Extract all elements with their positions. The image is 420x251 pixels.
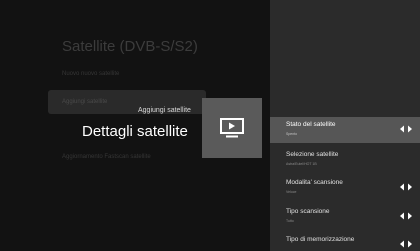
setting-value: Veloce	[286, 190, 297, 194]
background-menu-item[interactable]: Aggiornamento Fastscan satellite	[62, 154, 151, 160]
background-menu-item-label: Aggiungi satellite	[62, 99, 108, 105]
setting-value: Tutto	[286, 219, 294, 223]
satellite-details-card[interactable]	[202, 98, 262, 158]
background-menu-title: Satellite (DVB-S/S2)	[62, 38, 198, 55]
setting-row-scan-type[interactable]: Tipo scansione Tutto	[270, 204, 420, 230]
satellite-details-label: Dettagli satellite	[82, 123, 188, 140]
setting-row-satellite-status[interactable]: Stato del satellite Spento	[270, 117, 420, 143]
setting-value: Spento	[286, 132, 298, 136]
setting-value: Astra/Eutel/HOT 1B	[286, 162, 317, 166]
setting-label: Selezione satellite	[286, 151, 339, 158]
setting-row-satellite-selection[interactable]: Selezione satellite Astra/Eutel/HOT 1B	[270, 147, 420, 173]
left-right-arrows-icon[interactable]	[400, 125, 412, 133]
left-right-arrows-icon[interactable]	[400, 183, 412, 191]
left-right-arrows-icon[interactable]	[400, 212, 412, 220]
satellite-settings-panel: Stato del satellite Spento Selezione sat…	[270, 0, 420, 251]
left-right-arrows-icon[interactable]	[400, 240, 412, 248]
setting-label: Stato del satellite	[286, 121, 336, 128]
setting-label: Tipo scansione	[286, 208, 330, 215]
setting-row-scan-mode[interactable]: Modalita' scansione Veloce	[270, 175, 420, 201]
setting-label: Modalita' scansione	[286, 179, 343, 186]
setting-row-storage-type[interactable]: Tipo di memorizzazione	[270, 232, 420, 251]
background-menu-item[interactable]: Nuovo nuovo satellite	[62, 71, 119, 77]
tv-play-icon	[220, 118, 244, 138]
setting-label: Tipo di memorizzazione	[286, 236, 355, 243]
add-satellite-label: Aggiungi satellite	[138, 107, 191, 114]
satellite-settings-screen: Satellite (DVB-S/S2) Nuovo nuovo satelli…	[0, 0, 420, 251]
